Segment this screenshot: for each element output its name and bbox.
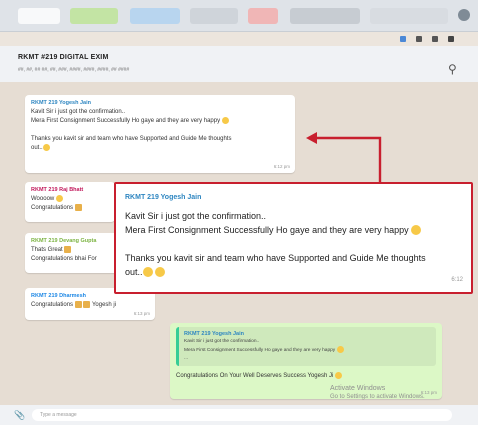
- party-emoji-icon: [83, 301, 91, 308]
- laughing-emoji-icon: [55, 195, 63, 202]
- quoted-sender: RKMT 219 Yogesh Jain: [184, 331, 245, 337]
- laughing-emoji-icon: [155, 267, 166, 277]
- zoomed-text: Thanks you kavit sir and team who have S…: [125, 253, 426, 263]
- browser-tab[interactable]: [290, 8, 360, 24]
- message-line: Congratulations Yogesh ji: [31, 301, 149, 310]
- zoomed-text: Kavit Sir i just got the confirmation..: [125, 211, 267, 221]
- message-line: Woooow: [31, 195, 109, 204]
- laughing-emoji-icon: [142, 267, 153, 277]
- search-icon[interactable]: ⚲: [448, 62, 457, 76]
- zoomed-message-highlight: RKMT 219 Yogesh Jain Kavit Sir i just go…: [114, 182, 473, 294]
- browser-tab[interactable]: [130, 8, 180, 24]
- message-text: Congratulations: [31, 205, 74, 211]
- toolbar-icons: [400, 34, 470, 44]
- watermark-title: Activate Windows: [330, 385, 386, 392]
- laughing-emoji-icon: [411, 225, 422, 235]
- watermark-subtitle: Go to Settings to activate Windows.: [330, 394, 425, 400]
- message-input[interactable]: Type a message: [32, 409, 452, 421]
- zoomed-text: out..: [125, 267, 143, 277]
- chat-title: RKMT #219 DIGITAL EXIM: [18, 54, 109, 61]
- message-time: 6:13 pm: [133, 311, 150, 316]
- message-text: Kavit Sir i just got the confirmation..: [31, 109, 126, 115]
- laughing-emoji-icon: [221, 117, 229, 124]
- message-text: Thanks you kavit sir and team who have S…: [31, 136, 232, 142]
- zoomed-line: out..: [125, 265, 462, 279]
- message-sender: RKMT 219 Yogesh Jain: [31, 100, 92, 106]
- message-text: Thats Great: [31, 247, 63, 253]
- message-text: Yogesh ji: [91, 302, 117, 308]
- browser-tab[interactable]: [190, 8, 238, 24]
- browser-tab-bar: [0, 0, 478, 32]
- message-line: Congratulations: [31, 204, 109, 213]
- party-emoji-icon: [64, 246, 72, 253]
- laughing-emoji-icon: [42, 144, 50, 151]
- quoted-text: Kavit Sir i just got the confirmation..: [184, 339, 260, 344]
- message-sender: RKMT 219 Devang Gupta: [31, 238, 97, 244]
- zoomed-line: Mera First Consignment Successfully Ho g…: [125, 223, 462, 237]
- quoted-text: Mera First Consignment Successfully Ho g…: [184, 348, 336, 353]
- activate-windows-watermark: Activate Windows Go to Settings to activ…: [330, 384, 425, 402]
- attach-icon[interactable]: 📎: [14, 410, 25, 421]
- message-time: 6:12 pm: [273, 164, 290, 169]
- message-line: Congratulations On Your Well Deserves Su…: [176, 372, 436, 381]
- extension-icon[interactable]: [416, 36, 422, 42]
- user-avatar-icon[interactable]: [458, 9, 470, 21]
- message-text: Congratulations On Your Well Deserves Su…: [176, 373, 334, 379]
- quoted-message[interactable]: RKMT 219 Yogesh Jain Kavit Sir i just go…: [176, 327, 436, 366]
- laughing-emoji-icon: [334, 372, 342, 379]
- quoted-text: ...: [184, 356, 188, 361]
- highlight-arrow-icon: [306, 132, 382, 186]
- message-text: out..: [31, 145, 43, 151]
- message-bubble[interactable]: RKMT 219 Devang Gupta Thats Great Congra…: [25, 233, 120, 273]
- message-bubble[interactable]: RKMT 219 Raj Bhatt Woooow Congratulation…: [25, 182, 115, 222]
- message-bubble[interactable]: RKMT 219 Yogesh Jain Kavit Sir i just go…: [25, 95, 295, 173]
- quoted-line: Mera First Consignment Successfully Ho g…: [184, 346, 431, 355]
- browser-tab[interactable]: [370, 8, 448, 24]
- party-emoji-icon: [74, 204, 82, 211]
- message-text: Congratulations bhai For: [31, 256, 97, 262]
- message-line: Mera First Consignment Successfully Ho g…: [31, 117, 289, 126]
- extension-icon[interactable]: [432, 36, 438, 42]
- zoomed-text: Mera First Consignment Successfully Ho g…: [125, 225, 409, 235]
- party-emoji-icon: [74, 301, 82, 308]
- message-text: Mera First Consignment Successfully Ho g…: [31, 118, 221, 124]
- browser-tab[interactable]: [18, 8, 60, 24]
- zoomed-sender: RKMT 219 Yogesh Jain: [125, 194, 202, 201]
- laughing-emoji-icon: [336, 346, 344, 353]
- extension-icon[interactable]: [400, 36, 406, 42]
- chat-header: [0, 46, 478, 82]
- extension-icon[interactable]: [448, 36, 454, 42]
- browser-tab[interactable]: [248, 8, 278, 24]
- message-line: Thats Great: [31, 246, 114, 255]
- zoomed-time: 6:12: [451, 277, 463, 283]
- message-sender: RKMT 219 Raj Bhatt: [31, 187, 84, 193]
- chat-participants: ##, ##, ## ##, ##, ###, ####, ####, ####…: [18, 67, 130, 73]
- message-text: Woooow: [31, 196, 55, 202]
- browser-tab[interactable]: [70, 8, 118, 24]
- message-text: Congratulations: [31, 302, 74, 308]
- message-line: out..: [31, 144, 289, 153]
